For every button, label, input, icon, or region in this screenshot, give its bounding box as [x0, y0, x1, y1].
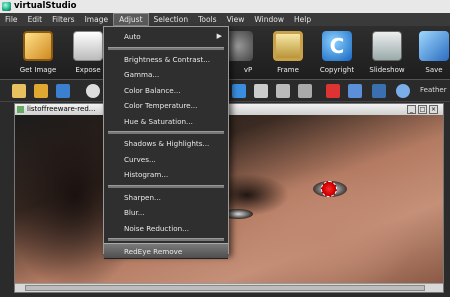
paste-icon[interactable] [298, 84, 312, 98]
menu-adjust[interactable]: Adjust [113, 13, 149, 26]
copy-icon[interactable] [276, 84, 290, 98]
menu-separator [108, 131, 224, 134]
hand-icon[interactable] [86, 84, 100, 98]
maximize-button[interactable]: □ [418, 105, 427, 114]
menu-separator [108, 184, 224, 188]
document-window: listoffreeware-red... _ □ × [14, 103, 444, 293]
document-title: listoffreeware-red... [27, 105, 96, 113]
menu-view[interactable]: View [222, 13, 250, 26]
menu-bar: File Edit Filters Image Adjust Selection… [0, 13, 450, 26]
menu-item-label: Auto [124, 32, 141, 41]
menu-item-gamma[interactable]: Gamma... [104, 67, 228, 83]
window-title: virtualStudio [14, 1, 77, 11]
menu-item-hue-saturation[interactable]: Hue & Saturation... [104, 114, 228, 130]
menu-item-brightness-contrast[interactable]: Brightness & Contrast... [104, 52, 228, 68]
slideshow-button[interactable]: Slideshow [363, 26, 411, 80]
open-folder-icon[interactable] [34, 84, 48, 98]
menu-item-blur[interactable]: Blur... [104, 205, 228, 221]
menu-edit[interactable]: Edit [23, 13, 48, 26]
menu-item-shadows-highlights[interactable]: Shadows & Highlights... [104, 136, 228, 152]
expose-icon [73, 31, 103, 61]
menu-image[interactable]: Image [80, 13, 114, 26]
redeye-selection[interactable] [321, 181, 337, 197]
copyright-button[interactable]: C Copyright [313, 26, 361, 80]
menu-item-color-temperature[interactable]: Color Temperature... [104, 98, 228, 114]
menu-item-redeye-remove[interactable]: RedEye Remove [104, 243, 228, 259]
title-bar: virtualStudio [0, 0, 450, 13]
document-icon [17, 106, 24, 113]
app-icon [2, 2, 11, 11]
menu-item-auto[interactable]: Auto ▶ [104, 29, 228, 45]
save-disk-icon[interactable] [56, 84, 70, 98]
save-label: Save [425, 66, 443, 74]
scrollbar-thumb[interactable] [25, 285, 425, 291]
horizontal-scrollbar[interactable] [15, 283, 443, 292]
copyright-label: Copyright [319, 66, 355, 74]
minimize-button[interactable]: _ [407, 105, 416, 114]
menu-separator [108, 46, 224, 50]
frame-button[interactable]: Frame [264, 26, 312, 80]
select-rect-icon[interactable] [348, 84, 362, 98]
arrow-icon[interactable] [232, 84, 246, 98]
get-image-icon [23, 31, 53, 61]
frame-icon [273, 31, 303, 61]
menu-item-noise-reduction[interactable]: Noise Reduction... [104, 221, 228, 237]
menu-item-sharpen[interactable]: Sharpen... [104, 190, 228, 206]
frame-label: Frame [277, 66, 299, 74]
select-magic-icon[interactable] [372, 84, 386, 98]
save-button[interactable]: Save [410, 26, 450, 80]
menu-window[interactable]: Window [249, 13, 289, 26]
menu-tools[interactable]: Tools [193, 13, 221, 26]
photo-canvas[interactable] [15, 115, 443, 283]
menu-help[interactable]: Help [289, 13, 316, 26]
copyright-icon: C [322, 31, 352, 61]
get-image-label: Get Image [19, 66, 57, 74]
select-ellipse-icon[interactable] [396, 84, 410, 98]
menu-separator [108, 238, 224, 241]
menu-selection[interactable]: Selection [149, 13, 194, 26]
document-titlebar: listoffreeware-red... _ □ × [15, 104, 443, 115]
menu-item-curves[interactable]: Curves... [104, 152, 228, 168]
scissors-icon[interactable] [254, 84, 268, 98]
feather-label: Feather [420, 86, 447, 94]
get-image-button[interactable]: Get Image [14, 26, 62, 80]
menu-item-color-balance[interactable]: Color Balance... [104, 83, 228, 99]
close-button[interactable]: × [429, 105, 438, 114]
menu-item-histogram[interactable]: Histogram... [104, 167, 228, 183]
menu-filters[interactable]: Filters [47, 13, 79, 26]
save-icon [419, 31, 449, 61]
redeye-tool-icon[interactable] [326, 84, 340, 98]
new-icon[interactable] [12, 84, 26, 98]
slideshow-icon [372, 31, 402, 61]
menu-file[interactable]: File [0, 13, 23, 26]
submenu-arrow-icon: ▶ [216, 32, 222, 40]
adjust-menu: Auto ▶ Brightness & Contrast... Gamma...… [103, 26, 229, 259]
slideshow-label: Slideshow [369, 66, 405, 74]
